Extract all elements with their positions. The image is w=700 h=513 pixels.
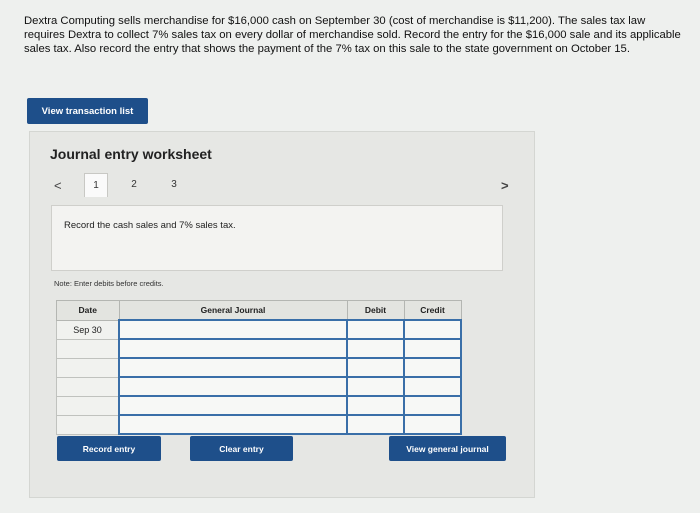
view-transaction-list-button[interactable]: View transaction list [27,98,148,124]
note-text: Note: Enter debits before credits. [54,279,164,288]
problem-statement: Dextra Computing sells merchandise for $… [24,15,681,56]
account-input[interactable] [118,395,348,416]
table-row [56,414,462,435]
credit-input[interactable] [403,414,462,435]
date-cell [56,414,120,435]
account-input[interactable] [118,414,348,435]
credit-input[interactable] [403,357,462,378]
header-general-journal: General Journal [118,300,348,321]
table-row [56,395,462,416]
account-input[interactable] [118,376,348,397]
record-entry-button[interactable]: Record entry [57,436,161,461]
account-input[interactable] [118,338,348,359]
tab-1[interactable]: 1 [84,173,108,197]
date-cell [56,338,120,359]
next-arrow-icon[interactable]: > [501,178,509,193]
table-row [56,376,462,397]
header-debit: Debit [346,300,405,321]
instruction-box: Record the cash sales and 7% sales tax. [51,205,503,271]
journal-entry-worksheet: Journal entry worksheet < 1 2 3 > Record… [29,131,535,498]
credit-input[interactable] [403,338,462,359]
date-cell [56,395,120,416]
debit-input[interactable] [346,376,405,397]
worksheet-title: Journal entry worksheet [50,146,212,162]
debit-input[interactable] [346,357,405,378]
prev-arrow-icon[interactable]: < [54,178,62,193]
tab-2[interactable]: 2 [122,173,146,195]
credit-input[interactable] [403,376,462,397]
journal-table: Date General Journal Debit Credit Sep 30 [56,300,462,435]
debit-input[interactable] [346,319,405,340]
view-general-journal-button[interactable]: View general journal [389,436,506,461]
credit-input[interactable] [403,319,462,340]
date-cell [56,376,120,397]
instruction-text: Record the cash sales and 7% sales tax. [64,220,236,231]
table-row [56,357,462,378]
clear-entry-button[interactable]: Clear entry [190,436,293,461]
header-credit: Credit [403,300,462,321]
table-row: Sep 30 [56,319,462,340]
account-input[interactable] [118,357,348,378]
debit-input[interactable] [346,414,405,435]
table-row [56,338,462,359]
date-cell [56,357,120,378]
header-date: Date [56,300,120,321]
account-input[interactable] [118,319,348,340]
date-cell: Sep 30 [56,319,120,340]
tab-3[interactable]: 3 [162,173,186,195]
debit-input[interactable] [346,338,405,359]
credit-input[interactable] [403,395,462,416]
debit-input[interactable] [346,395,405,416]
